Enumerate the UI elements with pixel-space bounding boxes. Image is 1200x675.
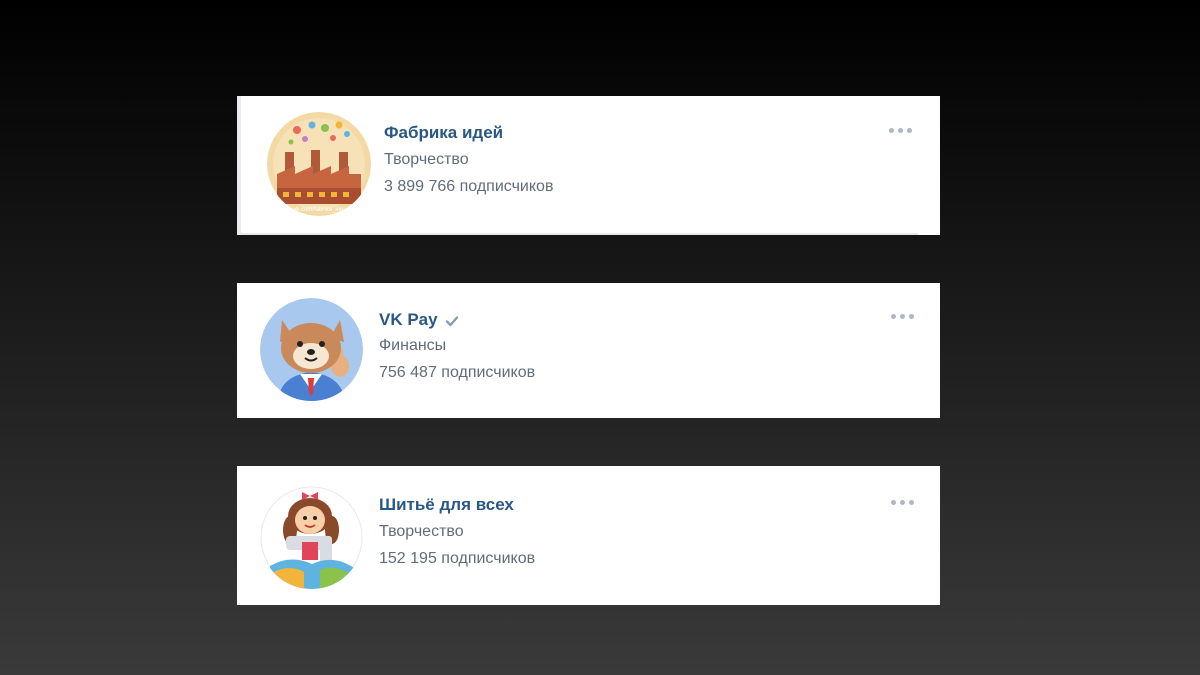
more-options-icon[interactable] [891,312,917,322]
more-options-icon[interactable] [891,498,917,508]
community-card-fabrika[interactable]: vk.com/fabrika_idei Фабрика идей Творчес… [237,96,940,235]
avatar-watermark: vk.com/fabrika_idei [293,207,344,213]
community-subscribers: 3 899 766 подписчиков [384,178,554,195]
community-name[interactable]: Шитьё для всех [379,495,514,515]
community-name[interactable]: VK Pay [379,310,459,330]
community-name-text[interactable]: VK Pay [379,310,438,329]
community-card-vkpay[interactable]: VK Pay Финансы 756 487 подписчиков [237,283,940,418]
verified-check-icon [445,315,458,326]
more-options-icon[interactable] [889,126,915,136]
community-subscribers: 152 195 подписчиков [379,550,536,567]
community-card-sewing[interactable]: Шитьё для всех Творчество 152 195 подпис… [237,466,940,605]
community-category: Творчество [384,151,469,168]
factory-avatar[interactable]: vk.com/fabrika_idei [267,112,371,216]
card-divider [241,233,918,235]
community-category: Творчество [379,523,464,540]
dog-mascot-avatar[interactable] [260,298,363,401]
sewing-girl-avatar[interactable] [260,486,363,589]
community-subscribers: 756 487 подписчиков [379,364,536,381]
community-category: Финансы [379,337,447,354]
community-name[interactable]: Фабрика идей [384,123,503,143]
